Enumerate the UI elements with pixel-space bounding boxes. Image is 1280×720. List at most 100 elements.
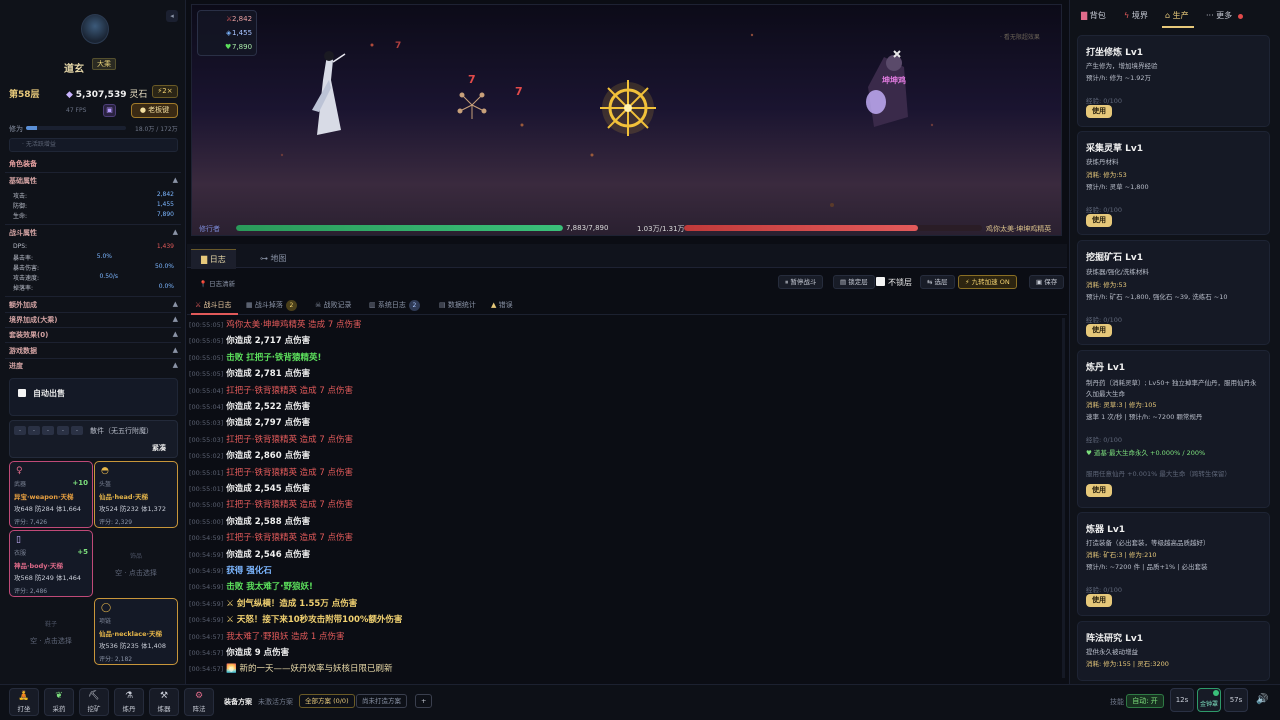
subtab-defeat[interactable]: ☠ 战败记录 bbox=[315, 298, 352, 312]
boss-key-button[interactable]: ● 老板键 bbox=[131, 103, 178, 118]
use-button[interactable]: 使用 bbox=[1086, 324, 1112, 337]
log-message: 击败 扛把子·铁背猿精英! bbox=[226, 352, 322, 363]
lock-floor-button[interactable]: ▤ 锁定层 bbox=[833, 275, 875, 289]
set-effect-header[interactable]: 套装效果(0) ▲ bbox=[9, 330, 178, 342]
log-timestamp: [00:54:59] bbox=[189, 616, 224, 625]
filter-chip[interactable]: - bbox=[14, 426, 26, 435]
fps-label: 47 FPS bbox=[66, 107, 87, 114]
speaker-icon[interactable]: 🔊 bbox=[1256, 694, 1268, 705]
progress-header[interactable]: 进度 ▲ bbox=[9, 361, 178, 373]
no-lock-checkbox[interactable] bbox=[876, 277, 885, 286]
alchemy-label: 炼丹 bbox=[122, 705, 136, 713]
realm-bonus-header[interactable]: 境界加成(大乘) ▲ bbox=[9, 315, 178, 327]
slot-label: 头盔 bbox=[99, 481, 112, 488]
use-button[interactable]: 使用 bbox=[1086, 214, 1112, 227]
equip-slot-necklace[interactable]: ◯ 项链 仙品·necklace·天梯 攻536 防235 体1,408 评分:… bbox=[94, 598, 178, 665]
equip-slot-shoes[interactable]: 鞋子 空 · 点击选择 bbox=[9, 598, 93, 665]
enhance-level: +10 bbox=[72, 479, 88, 487]
filter-chip[interactable]: - bbox=[28, 426, 40, 435]
base-attr-header[interactable]: 基础属性 ▲ bbox=[9, 176, 178, 188]
log-message: 你造成 2,797 点伤害 bbox=[226, 418, 311, 429]
card-estimate: 预计/h: ~7200 件 | 品质+1% | 必出套装 bbox=[1086, 563, 1208, 571]
card-desc: 获炼丹材料 bbox=[1086, 158, 1119, 166]
use-button[interactable]: 使用 bbox=[1086, 594, 1112, 607]
log-line: [00:55:03] 你造成 2,797 点伤害 bbox=[189, 416, 310, 432]
skill-slot-1[interactable]: 12s bbox=[1170, 688, 1194, 712]
log-line: [00:55:05] 你造成 2,781 点伤害 bbox=[189, 367, 310, 383]
equip-slot-body[interactable]: ▯ 衣服 +5 神品·body·天梯 攻568 防249 体1,464 评分: … bbox=[9, 530, 93, 597]
alchemy-button[interactable]: ⚗ 炼丹 bbox=[114, 688, 144, 716]
mine-button[interactable]: ⛏ 挖矿 bbox=[79, 688, 109, 716]
tab-realm[interactable]: ϟ 境界 bbox=[1124, 10, 1148, 21]
forge-button[interactable]: ⚒ 炼器 bbox=[149, 688, 179, 716]
card-mine: 挖掘矿石 Lv1 获炼器/强化/洗练材料 消耗: 修为:53 预计/h: 矿石 … bbox=[1077, 240, 1270, 345]
use-button[interactable]: 使用 bbox=[1086, 484, 1112, 497]
extra-bonus-header[interactable]: 额外加成 ▲ bbox=[9, 300, 178, 312]
item-score: 评分: 2,486 bbox=[14, 588, 48, 595]
game-data-header[interactable]: 游戏数据 ▲ bbox=[9, 346, 178, 358]
tab-bag[interactable]: ▇ 背包 bbox=[1081, 10, 1106, 21]
formation-button[interactable]: ⚙ 阵法 bbox=[184, 688, 214, 716]
stat-drop-rate: 掉落率: 0.0% bbox=[13, 283, 174, 293]
card-desc: 产生修为，增加境界经验 bbox=[1086, 62, 1158, 70]
battle-arena: 7 7 7 坤坤鸡 bbox=[191, 4, 1062, 236]
meditate-button[interactable]: 🧘 打坐 bbox=[9, 688, 39, 716]
tab-more[interactable]: ··· 更多 bbox=[1206, 10, 1232, 21]
card-title: 阵法研究 Lv1 bbox=[1086, 634, 1143, 644]
log-timestamp: [00:54:59] bbox=[189, 534, 224, 543]
item-name: 仙品·necklace·天梯 bbox=[99, 630, 163, 638]
save-button[interactable]: ▣ 保存 bbox=[1029, 275, 1065, 289]
tab-produce[interactable]: ⌂ 生产 bbox=[1165, 10, 1189, 21]
compact-button[interactable]: 紧凑 bbox=[152, 443, 166, 453]
log-timestamp: [00:55:05] bbox=[189, 337, 224, 346]
empty-slot-text: 空 · 点击选择 bbox=[30, 637, 72, 645]
auto-skill-toggle[interactable]: 自动: 开 bbox=[1126, 694, 1164, 708]
collapse-icon[interactable]: ◂ bbox=[166, 10, 178, 22]
nine-speed-button[interactable]: ⚡ 九转加速 ON bbox=[958, 275, 1017, 289]
card-cost: 消耗: 修为:53 bbox=[1086, 281, 1127, 289]
meditate-label: 打坐 bbox=[17, 705, 31, 713]
log-line: [00:54:59] ⚔ 剑气纵横！造成 1.55万 点伤害 bbox=[189, 597, 357, 613]
gather-button[interactable]: ❦ 采药 bbox=[44, 688, 74, 716]
pause-battle-button[interactable]: ⏸ 暂停战斗 bbox=[778, 275, 824, 289]
battle-log: [00:55:05] 鸡你太美·坤坤鸡精英 造成 7 点伤害 [00:55:05] 你… bbox=[189, 318, 1063, 678]
filter-chip[interactable]: - bbox=[57, 426, 69, 435]
log-scrollbar[interactable] bbox=[1062, 318, 1065, 678]
tab-log[interactable]: ▇ 日志 bbox=[191, 249, 236, 269]
arena-tip[interactable]: · 看无限超效果 bbox=[1000, 32, 1040, 41]
log-clean-toggle[interactable]: 📍 日志清新 bbox=[199, 278, 235, 288]
use-button[interactable]: 使用 bbox=[1086, 105, 1112, 118]
divider bbox=[5, 312, 181, 313]
add-plan-button[interactable]: + bbox=[415, 694, 433, 708]
subtab-battle[interactable]: ⚔ 战斗日志 bbox=[195, 298, 232, 312]
performance-icon[interactable]: ▣ bbox=[103, 104, 116, 117]
speed-toggle[interactable]: ⚡2× bbox=[152, 85, 178, 98]
subtab-stats[interactable]: ▤ 数据统计 bbox=[439, 298, 476, 312]
stat-label: 暴击伤害: bbox=[13, 265, 40, 272]
subtab-errors[interactable]: ▲ 错误 bbox=[491, 298, 513, 312]
stat-value: 0.50/s bbox=[99, 273, 118, 280]
ember-particle bbox=[750, 33, 754, 37]
filter-chip[interactable]: - bbox=[71, 426, 83, 435]
select-floor-button[interactable]: ⇆ 选层 bbox=[920, 275, 955, 289]
subtab-system[interactable]: ▥ 系统日志 2 bbox=[369, 298, 420, 312]
all-plans-button[interactable]: 全部方案 (0/0) bbox=[299, 694, 355, 708]
unforged-plan-button[interactable]: 尚未打造方案 bbox=[356, 694, 407, 708]
card-forge: 炼器 Lv1 打造装备（必出套装，等级越高品质越好） 消耗: 矿石:3 | 修为… bbox=[1077, 512, 1270, 616]
auto-sell-checkbox[interactable] bbox=[18, 389, 26, 397]
skill-slot-3[interactable]: 57s bbox=[1224, 688, 1248, 712]
equip-slot-head[interactable]: ◓ 头盔 仙品·head·天梯 攻524 防232 体1,372 评分: 2,3… bbox=[94, 461, 178, 528]
equip-section-header[interactable]: 角色装备 bbox=[9, 159, 178, 171]
equip-slot-weapon[interactable]: ♀ 武器 +10 异宝·weapon·天梯 攻648 防284 体1,664 评… bbox=[9, 461, 93, 528]
tab-map[interactable]: ⊶ 地图 bbox=[250, 249, 297, 269]
subtab-loot[interactable]: ▦ 战斗掉落 2 bbox=[246, 298, 297, 312]
skill-wheel-effect bbox=[600, 80, 656, 136]
battle-attr-header[interactable]: 战斗属性 ▲ bbox=[9, 228, 178, 240]
filter-chip[interactable]: - bbox=[42, 426, 54, 435]
avatar[interactable] bbox=[81, 14, 109, 44]
log-message: 你造成 9 点伤害 bbox=[226, 648, 290, 658]
log-timestamp: [00:55:05] bbox=[189, 321, 224, 329]
equip-slot-accessory[interactable]: 饰品 空 · 点击选择 bbox=[94, 530, 178, 597]
log-timestamp: [00:55:02] bbox=[189, 452, 224, 461]
card-hint: 服用任意仙丹 +0.001% 最大生命（跨转生保留） bbox=[1086, 470, 1231, 478]
